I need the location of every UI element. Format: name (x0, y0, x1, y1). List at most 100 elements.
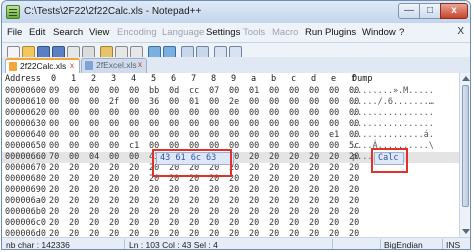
maximize-button[interactable]: □ (419, 3, 441, 19)
hex-byte: 20 (69, 218, 80, 228)
hex-byte: 00 (309, 108, 320, 118)
hex-byte: 00 (289, 108, 300, 118)
hex-byte: 00 (209, 119, 220, 129)
title-bar[interactable]: C:\Tests\2F22\2f22Calc.xls - Notepad++ —… (2, 1, 470, 23)
hex-byte: 2f (109, 97, 120, 107)
hex-byte: 20 (149, 218, 160, 228)
hex-byte: 00 (189, 119, 200, 129)
hex-byte: 00 (149, 119, 160, 129)
vertical-scrollbar[interactable] (459, 73, 470, 237)
menu-search[interactable]: Search (53, 27, 83, 38)
menu-window[interactable]: Window (362, 27, 396, 38)
tab-label: 2f22Calc.xls (20, 61, 67, 71)
hex-byte: 00 (329, 119, 340, 129)
hex-byte: 00 (329, 86, 340, 96)
minimize-button[interactable]: — (398, 3, 420, 19)
row-dump-text: ................ (352, 119, 434, 129)
scrollbar-thumb[interactable] (462, 85, 469, 207)
hex-byte: 20 (109, 207, 120, 217)
hex-row[interactable]: 000006a0 20 20 20 20 20 20 20 20 20 20 20 20 20 20 20 20 (2, 196, 459, 207)
menu-bar: File Edit Search View Encoding Language … (2, 23, 470, 43)
hex-byte: 20 (249, 207, 260, 217)
hex-row[interactable]: 00000690 20 20 20 20 20 20 20 20 20 20 20 20 20 20 20 20 (2, 185, 459, 196)
hex-byte: 00 (209, 97, 220, 107)
hex-byte: 20 (309, 207, 320, 217)
menu-file[interactable]: File (7, 27, 22, 38)
hex-byte: 00 (309, 97, 320, 107)
hex-byte: 00 (89, 119, 100, 129)
tab-2fexcel[interactable]: 2fExcel.xls x (81, 58, 147, 73)
hex-byte: 00 (49, 119, 60, 129)
close-document-icon[interactable]: X (457, 26, 464, 37)
hex-byte: 20 (189, 196, 200, 206)
menu-encoding[interactable]: Encoding (117, 27, 157, 38)
status-mode: INS (446, 240, 461, 250)
hex-row[interactable]: 000006b0 20 20 20 20 20 20 20 20 20 20 20 20 20 20 20 20 (2, 207, 459, 218)
row-address: 00000620 (5, 108, 46, 118)
hex-byte: 20 (69, 207, 80, 217)
hex-byte: 20 (189, 185, 200, 195)
hex-byte: cc (189, 86, 200, 96)
hex-byte: 20 (169, 185, 180, 195)
hex-byte: 20 (109, 196, 120, 206)
hex-byte: 20 (189, 207, 200, 217)
hex-byte: 20 (269, 185, 280, 195)
hex-editor-view[interactable]: Address 0 1 2 3 4 5 6 7 8 9 a b c d e f Dump 00000600 09 00 0… (2, 73, 459, 239)
menu-plugins[interactable]: Plugins (325, 27, 356, 38)
document-tab-bar: 2f22Calc.xls x 2fExcel.xls x (2, 57, 470, 74)
hex-byte: 20 (89, 196, 100, 206)
hex-byte: 20 (289, 218, 300, 228)
close-tab-icon[interactable]: x (70, 61, 74, 70)
menu-settings[interactable]: Settings (206, 27, 240, 38)
hex-row[interactable]: 00000600 09 00 00 00 00 bb 0d cc 07 00 01 00 00 00 00 00… (2, 86, 459, 97)
scroll-down-icon[interactable] (462, 229, 470, 234)
hex-highlight-box (152, 149, 232, 177)
hex-byte: 00 (49, 130, 60, 140)
hex-byte: 00 (89, 130, 100, 140)
hex-header-row: Address 0 1 2 3 4 5 6 7 8 9 a b c d e f Dump (2, 74, 459, 85)
hex-byte: 20 (229, 218, 240, 228)
hex-byte: 20 (269, 207, 280, 217)
hex-byte: 20 (89, 207, 100, 217)
menu-macro[interactable]: Macro (272, 27, 298, 38)
hex-row[interactable]: 00000640 00 00 00 00 00 00 00 00 00 00 00 00 00 00 e1 00… (2, 130, 459, 141)
hex-row[interactable]: 000006c0 20 20 20 20 20 20 20 20 20 20 20 20 20 20 20 20 (2, 218, 459, 229)
hex-byte: 20 (129, 207, 140, 217)
hex-byte: 20 (149, 207, 160, 217)
byte-column-header: 2 (91, 74, 97, 84)
hex-byte: 20 (329, 207, 340, 217)
row-address: 000006c0 (5, 218, 46, 228)
hex-row[interactable]: 00000610 00 00 00 2f 00 36 00 01 00 2e 00 00 00 00 00 00… (2, 97, 459, 108)
menu-tools[interactable]: Tools (243, 27, 265, 38)
hex-byte: 01 (189, 97, 200, 107)
hex-byte: 00 (209, 130, 220, 140)
byte-column-header: 8 (211, 74, 217, 84)
hex-byte: 36 (149, 97, 160, 107)
hex-byte: 00 (169, 130, 180, 140)
menu-edit[interactable]: Edit (29, 27, 45, 38)
close-tab-icon[interactable]: x (138, 60, 142, 69)
hex-byte: 20 (69, 196, 80, 206)
hex-row[interactable]: 00000620 00 00 00 00 00 00 00 00 00 00 00 00 00 00 00 00… (2, 108, 459, 119)
menu-language[interactable]: Language (162, 27, 204, 38)
byte-column-header: d (311, 74, 317, 84)
hex-byte: 00 (309, 86, 320, 96)
file-icon (85, 61, 93, 70)
status-bar: nb char : 142336 Ln : 103 Col : 43 Sel :… (2, 237, 470, 250)
notepad-plus-plus-window: C:\Tests\2F22\2f22Calc.xls - Notepad++ —… (1, 0, 471, 250)
scroll-up-icon[interactable] (462, 76, 470, 81)
menu-help[interactable]: ? (399, 27, 404, 38)
hex-byte: 00 (289, 86, 300, 96)
hex-byte: 20 (249, 196, 260, 206)
tab-2f22calc[interactable]: 2f22Calc.xls x (5, 58, 80, 74)
menu-run[interactable]: Run (305, 27, 322, 38)
status-divider (332, 239, 333, 249)
byte-column-header: 5 (151, 74, 157, 84)
close-button[interactable]: x (440, 3, 468, 19)
selection-overlay: 43 61 6c 63 Calc (2, 148, 459, 179)
menu-view[interactable]: View (89, 27, 109, 38)
hex-byte: 09 (49, 86, 60, 96)
hex-byte: 20 (229, 196, 240, 206)
hex-byte: e1 (329, 130, 340, 140)
hex-row[interactable]: 00000630 00 00 00 00 00 00 00 00 00 00 00 00 00 00 00 00… (2, 119, 459, 130)
